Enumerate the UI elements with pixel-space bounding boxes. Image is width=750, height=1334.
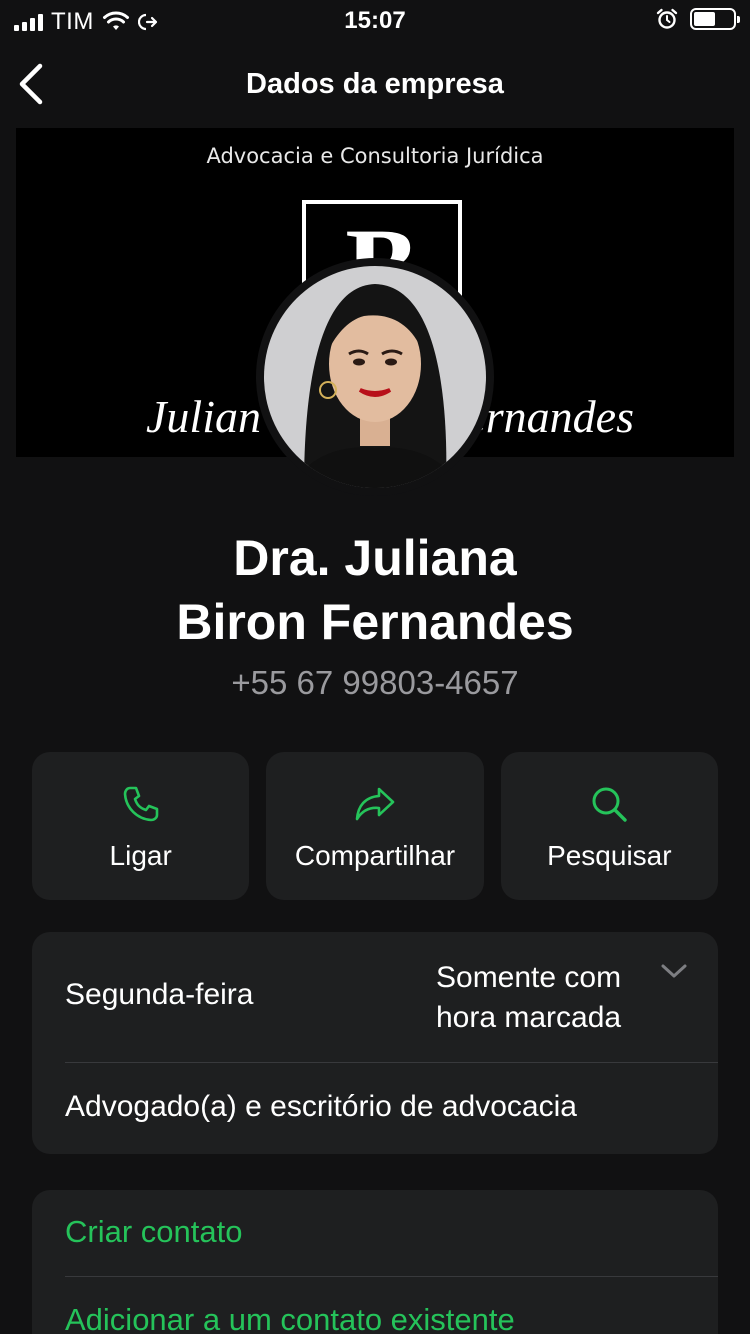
share-button[interactable]: Compartilhar	[266, 752, 484, 900]
action-buttons: Ligar Compartilhar Pesquisar	[32, 752, 718, 900]
battery-icon	[690, 8, 740, 30]
add-to-existing-contact-link[interactable]: Adicionar a um contato existente	[65, 1302, 515, 1334]
business-hours-row[interactable]: Segunda-feira Somente com hora marcada	[32, 932, 718, 1062]
business-name-line2: Biron Fernandes	[176, 594, 574, 650]
search-button-label: Pesquisar	[547, 840, 672, 871]
search-icon	[592, 787, 628, 822]
business-info-card: Segunda-feira Somente com hora marcada A…	[32, 932, 718, 1154]
hours-status-line1: Somente com	[436, 961, 622, 994]
share-button-label: Compartilhar	[294, 840, 456, 871]
hours-status: Somente com hora marcada	[436, 958, 656, 1038]
alarm-icon	[656, 8, 678, 29]
status-time: 15:07	[344, 7, 406, 34]
status-right	[656, 8, 740, 30]
divider	[65, 1276, 718, 1277]
status-bar: TIM 15:07	[0, 0, 750, 40]
call-button[interactable]: Ligar	[32, 752, 250, 900]
cover-caption: Advocacia e Consultoria Jurídica	[206, 144, 544, 168]
create-contact-link[interactable]: Criar contato	[65, 1214, 242, 1250]
phone-number: +55 67 99803-4657	[231, 664, 519, 701]
cover-script-left: Julian	[146, 391, 261, 442]
page-title: Dados da empresa	[246, 68, 504, 100]
business-name: Dra. Juliana Biron Fernandes	[0, 526, 750, 654]
contact-actions-card: Criar contato Adicionar a um contato exi…	[32, 1190, 718, 1334]
profile-avatar[interactable]	[256, 258, 494, 496]
call-button-label: Ligar	[109, 840, 172, 871]
divider	[65, 1062, 718, 1063]
search-button[interactable]: Pesquisar	[500, 752, 718, 900]
share-icon	[355, 787, 395, 821]
phone-icon	[123, 786, 158, 822]
chevron-down-icon	[661, 964, 687, 978]
business-category: Advogado(a) e escritório de advocacia	[65, 1090, 577, 1123]
hours-day: Segunda-feira	[65, 978, 254, 1011]
navigation-bar: Dados da empresa	[0, 52, 750, 116]
avatar-portrait-illustration	[264, 266, 486, 488]
avatar-photo	[264, 266, 486, 488]
hours-status-line2: hora marcada	[436, 1001, 622, 1034]
business-name-line1: Dra. Juliana	[233, 530, 517, 586]
battery-level	[694, 12, 715, 26]
